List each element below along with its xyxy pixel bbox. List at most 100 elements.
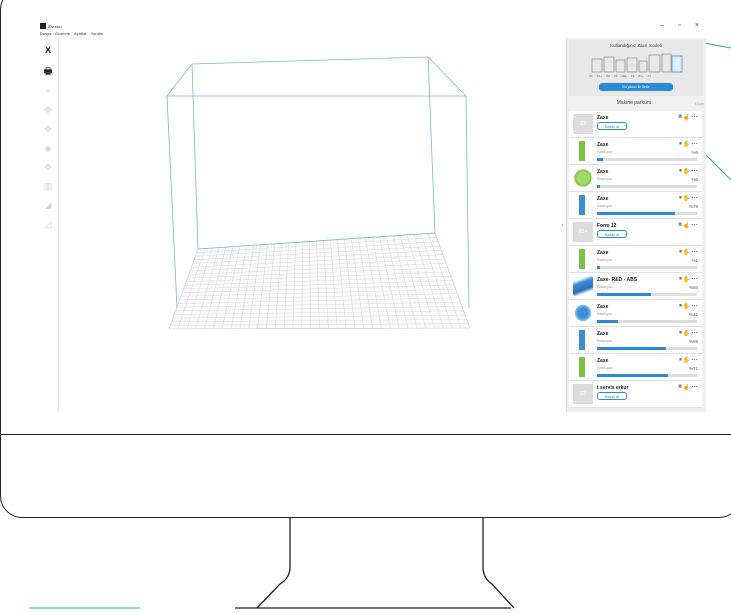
more-options-icon[interactable]: ⋯	[691, 248, 698, 256]
wifi-printer-icon[interactable]: ⩸	[678, 114, 682, 121]
hide-panel-link[interactable]: Gizle	[695, 101, 704, 106]
move-cross-icon[interactable]: ✥	[41, 122, 55, 136]
print-thumbnail	[573, 168, 593, 188]
start-print-button[interactable]: Baskı al	[597, 230, 627, 238]
machine-card[interactable]: Zaxe Baskıyor... %6 ⏸ ✋ ⋯	[569, 138, 702, 165]
machine-card[interactable]: Zaxe Baskıyor... %21 ⏸ ✋ ⋯	[569, 300, 702, 327]
drop-icon[interactable]: ◉	[41, 141, 55, 155]
model-selector-title: Kullandığınız Zaxe modeli	[610, 43, 662, 48]
stop-hand-icon[interactable]: ✋	[683, 168, 690, 175]
maximize-button[interactable]: ▫	[678, 22, 680, 29]
more-options-icon[interactable]: ⋯	[691, 194, 698, 202]
menu-item-file[interactable]: Dosya	[40, 31, 51, 36]
more-options-icon[interactable]: ⋯	[691, 167, 698, 175]
progress-percent: %78	[688, 204, 698, 209]
model-label[interactable]: Z1	[631, 74, 635, 78]
machine-name: Zaxe	[597, 331, 609, 337]
stop-hand-icon[interactable]: ✋	[683, 330, 690, 337]
more-options-icon[interactable]: ⋯	[691, 275, 698, 283]
more-options-icon[interactable]: ⋯	[691, 302, 698, 310]
machine-name: Zaxe	[597, 142, 609, 148]
machine-card[interactable]: Z3 t servis erkur Baskı al ⩸ ☝ ⋯	[569, 381, 702, 408]
more-options-icon[interactable]: ⋯	[691, 356, 698, 364]
start-print-button[interactable]: Baskı al	[597, 122, 627, 130]
hand-icon[interactable]: ☝	[683, 222, 690, 229]
printer-model-badge: Z3	[573, 114, 593, 134]
more-options-icon[interactable]: ⋯	[691, 113, 698, 121]
print-status: Baskıyor...	[597, 257, 616, 262]
move-icon[interactable]: ✥	[41, 103, 55, 117]
progress-fill	[597, 320, 618, 323]
start-print-button[interactable]: Baskı al	[597, 392, 627, 400]
stop-hand-icon[interactable]: ✋	[683, 141, 690, 148]
select-model-button[interactable]: Bu yazıcı ile ilerle	[599, 83, 673, 91]
machine-card[interactable]: Zaxe Baskıyor... %69 ⏸ ✋ ⋯	[569, 327, 702, 354]
hand-icon[interactable]: ☝	[683, 114, 690, 121]
wifi-printer-icon[interactable]: ⩸	[678, 384, 682, 391]
progress-bar	[597, 293, 697, 296]
printer-model-badge: Z3	[573, 384, 593, 404]
progress-bar	[597, 158, 697, 161]
snap-icon[interactable]: ✥	[41, 160, 55, 174]
progress-fill	[597, 266, 600, 269]
hand-icon[interactable]: ☝	[683, 384, 690, 391]
stop-hand-icon[interactable]: ✋	[683, 195, 690, 202]
more-options-icon[interactable]: ⋯	[691, 140, 698, 148]
menu-item-settings[interactable]: Ayarlar	[74, 31, 87, 36]
machine-card[interactable]: Zaxe Baskıyor... %71 ⏸ ✋ ⋯	[569, 354, 702, 381]
minimize-button[interactable]: –	[660, 22, 664, 29]
machine-name: Zaxe	[597, 358, 609, 364]
progress-percent: %69	[688, 339, 698, 344]
menu-item-edit[interactable]: Duzenle	[55, 31, 70, 36]
left-toolbar: X 🖶 + ✥ ✥ ◉ ✥ ▥ ◢ ◿	[38, 38, 59, 412]
chart-icon[interactable]: ◢	[41, 198, 55, 212]
more-options-icon[interactable]: ⋯	[691, 383, 698, 391]
menu-bar: Dosya Duzenle Ayarlar Yardim	[40, 31, 103, 36]
machine-name: Zaxe- R&D - ABS	[597, 277, 638, 283]
machine-card[interactable]: Zaxe Baskıyor... %78 ⏸ ✋ ⋯	[569, 192, 702, 219]
machine-name: Zaxe	[597, 115, 609, 121]
more-options-icon[interactable]: ⋯	[691, 221, 698, 229]
add-icon[interactable]: +	[41, 84, 55, 98]
progress-bar	[597, 374, 697, 377]
close-window-button[interactable]: ×	[695, 22, 699, 29]
layers-icon[interactable]: ▥	[41, 179, 55, 193]
model-label[interactable]: X1+	[597, 74, 602, 78]
model-label[interactable]: X2	[606, 74, 610, 78]
slope-icon[interactable]: ◿	[41, 217, 55, 231]
model-label[interactable]: Z1+	[638, 74, 643, 78]
progress-percent: %21	[688, 312, 698, 317]
stop-hand-icon[interactable]: ✋	[683, 357, 690, 364]
printer-icon[interactable]: 🖶	[41, 65, 55, 79]
panel-collapse-chevron-icon[interactable]: ›	[561, 222, 563, 229]
printer-models-illustration[interactable]	[591, 51, 683, 73]
build-plate-viewport[interactable]	[58, 38, 566, 412]
menu-item-help[interactable]: Yardim	[91, 31, 103, 36]
machine-card[interactable]: Z3 Zaxe Baskı al ⩸ ☝ ⋯	[569, 111, 702, 138]
app-logo-icon	[40, 23, 46, 29]
progress-fill	[597, 212, 675, 215]
progress-percent: %0	[691, 177, 698, 182]
machine-name: Zaxe	[597, 169, 609, 175]
model-label[interactable]: Z3	[648, 74, 652, 78]
model-label[interactable]: X1	[589, 74, 593, 78]
build-plate-grid	[168, 232, 471, 330]
stop-hand-icon[interactable]: ✋	[683, 249, 690, 256]
stop-hand-icon[interactable]: ✋	[683, 303, 690, 310]
print-thumbnail	[573, 249, 593, 269]
model-label[interactable]: xlite	[621, 74, 626, 78]
model-label[interactable]: X3	[614, 74, 618, 78]
progress-bar	[597, 320, 697, 323]
stop-hand-icon[interactable]: ✋	[683, 276, 690, 283]
machine-card[interactable]: Zaxe Baskıyor... %0 ⏸ ✋ ⋯	[569, 165, 702, 192]
machine-card[interactable]: Zaxe- R&D - ABS Baskıyor... %54 ⏸ ✋ ⋯	[569, 273, 702, 300]
wifi-printer-icon[interactable]: ⩸	[678, 222, 682, 229]
printer-model-badge: Z1+	[573, 222, 593, 242]
more-options-icon[interactable]: ⋯	[691, 329, 698, 337]
progress-bar	[597, 347, 697, 350]
app-title: IDeaIcu	[48, 24, 62, 29]
progress-percent: %54	[688, 285, 698, 290]
close-x-icon[interactable]: X	[41, 43, 55, 57]
machine-card[interactable]: Z1+ Form 12 Baskı al ⩸ ☝ ⋯	[569, 219, 702, 246]
machine-card[interactable]: Zaxe Baskıyor... %1 ⏸ ✋ ⋯	[569, 246, 702, 273]
